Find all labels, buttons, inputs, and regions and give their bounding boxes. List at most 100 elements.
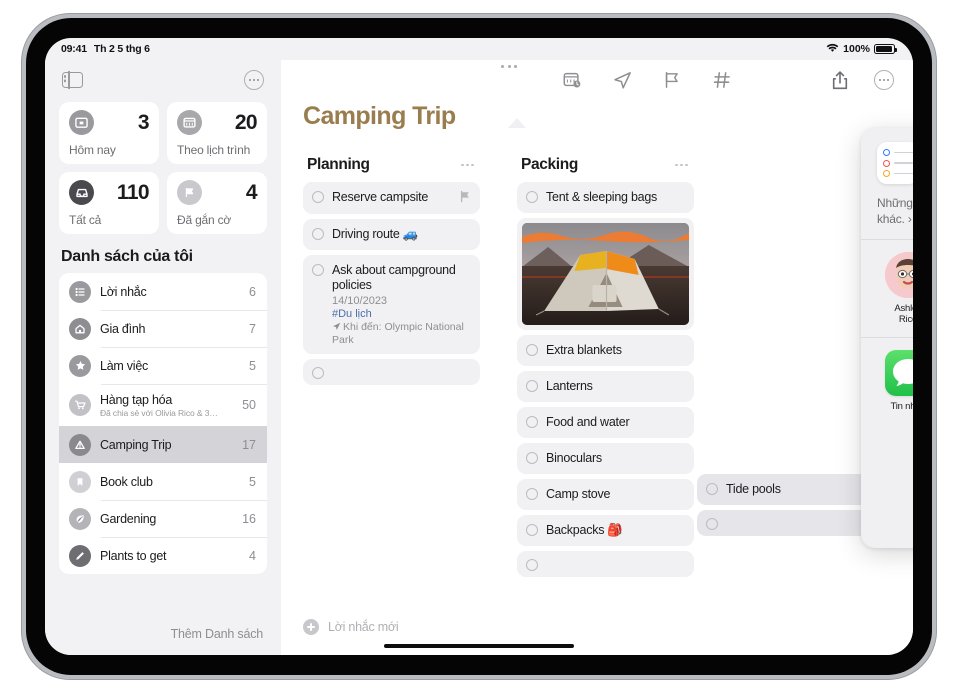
sidebar-more-icon[interactable] <box>243 70 265 90</box>
home-indicator[interactable] <box>384 644 574 648</box>
popover-arrow <box>508 118 526 128</box>
task-checkbox[interactable] <box>526 344 538 356</box>
task-row[interactable]: Reserve campsite <box>303 182 480 214</box>
task-row[interactable]: Binoculars <box>517 443 694 474</box>
task-checkbox[interactable] <box>526 452 538 464</box>
task-row-detailed[interactable]: Ask about campground policies 14/10/2023… <box>303 255 480 354</box>
sidebar-item-lam-viec[interactable]: Làm việc 5 <box>59 347 267 384</box>
sidebar-item-plants-to-get[interactable]: Plants to get 4 <box>59 537 267 574</box>
ipad-screen: 09:41 Th 2 5 thg 6 100% 3 Hôm nay 20 The… <box>45 38 913 655</box>
share-app-messages[interactable]: Tin nhắn <box>881 350 913 412</box>
sidebar-item-book-club[interactable]: Book club 5 <box>59 463 267 500</box>
sidebar-item-gia-dinh[interactable]: Gia đình 7 <box>59 310 267 347</box>
task-label: Food and water <box>546 415 630 429</box>
task-checkbox[interactable] <box>526 524 538 536</box>
toolbar-right-group <box>829 69 895 91</box>
task-checkbox[interactable] <box>312 228 324 240</box>
task-label: Ask about campground policies <box>332 263 456 292</box>
task-checkbox[interactable] <box>526 191 538 203</box>
sidebar-item-hang-tap-hoa[interactable]: Hàng tạp hóa Đã chia sẻ với Olivia Rico … <box>59 384 267 426</box>
sidebar-toggle-icon[interactable] <box>61 70 83 90</box>
task-label: Reserve campsite <box>332 190 429 204</box>
status-date: Th 2 5 thg 6 <box>93 43 150 55</box>
house-icon <box>69 317 91 340</box>
smart-list-flagged[interactable]: 4 Đã gắn cờ <box>167 172 267 234</box>
task-row-empty[interactable] <box>303 359 480 385</box>
pencil-icon <box>69 544 91 567</box>
task-row[interactable]: Lanterns <box>517 371 694 402</box>
status-time: 09:41 <box>61 43 87 55</box>
task-checkbox[interactable] <box>526 488 538 500</box>
main-toolbar <box>281 60 913 100</box>
window-controls[interactable] <box>501 65 518 69</box>
calendar-badge-icon[interactable] <box>561 69 583 91</box>
sidebar-item-count: 4 <box>249 548 256 563</box>
new-reminder-label: Lời nhắc mới <box>328 620 399 634</box>
task-attachment-card[interactable] <box>517 218 694 330</box>
cart-icon <box>69 394 91 416</box>
today-icon <box>69 110 94 135</box>
list-bullet-icon <box>69 280 91 303</box>
column-more-icon[interactable] <box>461 163 474 167</box>
sidebar-item-subtitle: Đã chia sẻ với Olivia Rico & 3… <box>100 407 218 418</box>
task-checkbox[interactable] <box>312 191 324 203</box>
task-tag[interactable]: #Du lịch <box>332 308 471 320</box>
task-row[interactable]: Backpacks 🎒 <box>517 515 694 546</box>
smart-list-all[interactable]: 110 Tất cả <box>59 172 159 234</box>
new-reminder-button[interactable]: Lời nhắc mới <box>303 619 399 635</box>
main-content: Camping Trip Planning Reserve campsite D… <box>281 60 913 655</box>
column-more-icon[interactable] <box>675 163 688 167</box>
task-row[interactable]: Camp stove <box>517 479 694 510</box>
task-label: Tide pools <box>726 482 781 496</box>
person-name-line2: Rico <box>898 314 913 325</box>
task-checkbox[interactable] <box>526 416 538 428</box>
sidebar-item-loi-nhac[interactable]: Lời nhắc 6 <box>59 273 267 310</box>
flag-icon[interactable] <box>661 69 683 91</box>
calendar-icon <box>177 110 202 135</box>
popover-note[interactable]: Những người mà bạn mời có thể thêm người… <box>861 184 913 239</box>
task-checkbox[interactable] <box>312 264 324 276</box>
tray-icon <box>69 180 94 205</box>
person-chip[interactable]: Ashley Rico <box>881 252 913 325</box>
share-icon[interactable] <box>829 69 851 91</box>
task-checkbox[interactable] <box>526 559 538 571</box>
task-row[interactable]: Extra blankets <box>517 335 694 366</box>
smart-list-count: 20 <box>234 110 258 134</box>
wifi-icon <box>826 43 839 56</box>
plus-circle-icon <box>303 619 319 635</box>
task-row-empty[interactable] <box>697 510 874 536</box>
task-row[interactable]: Food and water <box>517 407 694 438</box>
task-row-empty[interactable] <box>517 551 694 577</box>
my-lists-group: Lời nhắc 6 Gia đình 7 Làm việc 5 Hàng tạ… <box>59 273 267 574</box>
task-label: Extra blankets <box>546 343 622 357</box>
task-row[interactable]: Tent & sleeping bags <box>517 182 694 213</box>
task-checkbox[interactable] <box>706 483 718 495</box>
task-checkbox[interactable] <box>312 367 324 379</box>
battery-percent: 100% <box>843 43 870 55</box>
leaf-icon <box>69 507 91 530</box>
task-row[interactable]: Driving route 🚙 <box>303 219 480 250</box>
share-popover: Camping Trip Cộng tác Những người mà bạn… <box>861 128 913 548</box>
sidebar-item-label: Plants to get <box>100 548 167 563</box>
status-bar-left: 09:41 Th 2 5 thg 6 <box>61 43 150 55</box>
sidebar-item-label: Lời nhắc <box>100 284 147 299</box>
sidebar-item-camping-trip[interactable]: Camping Trip 17 <box>59 426 267 463</box>
sidebar-item-count: 7 <box>249 321 256 336</box>
hash-tag-icon[interactable] <box>711 69 733 91</box>
smart-list-count: 4 <box>245 180 258 204</box>
smart-list-today[interactable]: 3 Hôm nay <box>59 102 159 164</box>
avatar <box>885 252 913 298</box>
task-row[interactable]: Tide pools <box>697 474 874 505</box>
task-checkbox[interactable] <box>526 380 538 392</box>
sidebar-item-gardening[interactable]: Gardening 16 <box>59 500 267 537</box>
smart-list-scheduled[interactable]: 20 Theo lịch trình <box>167 102 267 164</box>
reminders-app-icon <box>877 142 913 184</box>
bookmark-icon <box>69 470 91 493</box>
sidebar-item-label: Làm việc <box>100 358 149 373</box>
task-checkbox[interactable] <box>706 518 718 530</box>
location-arrow-icon[interactable] <box>611 69 633 91</box>
add-list-button[interactable]: Thêm Danh sách <box>45 627 281 655</box>
share-app-label: Tin nhắn <box>890 401 913 412</box>
task-label: Camp stove <box>546 487 611 501</box>
main-more-icon[interactable] <box>873 70 895 90</box>
